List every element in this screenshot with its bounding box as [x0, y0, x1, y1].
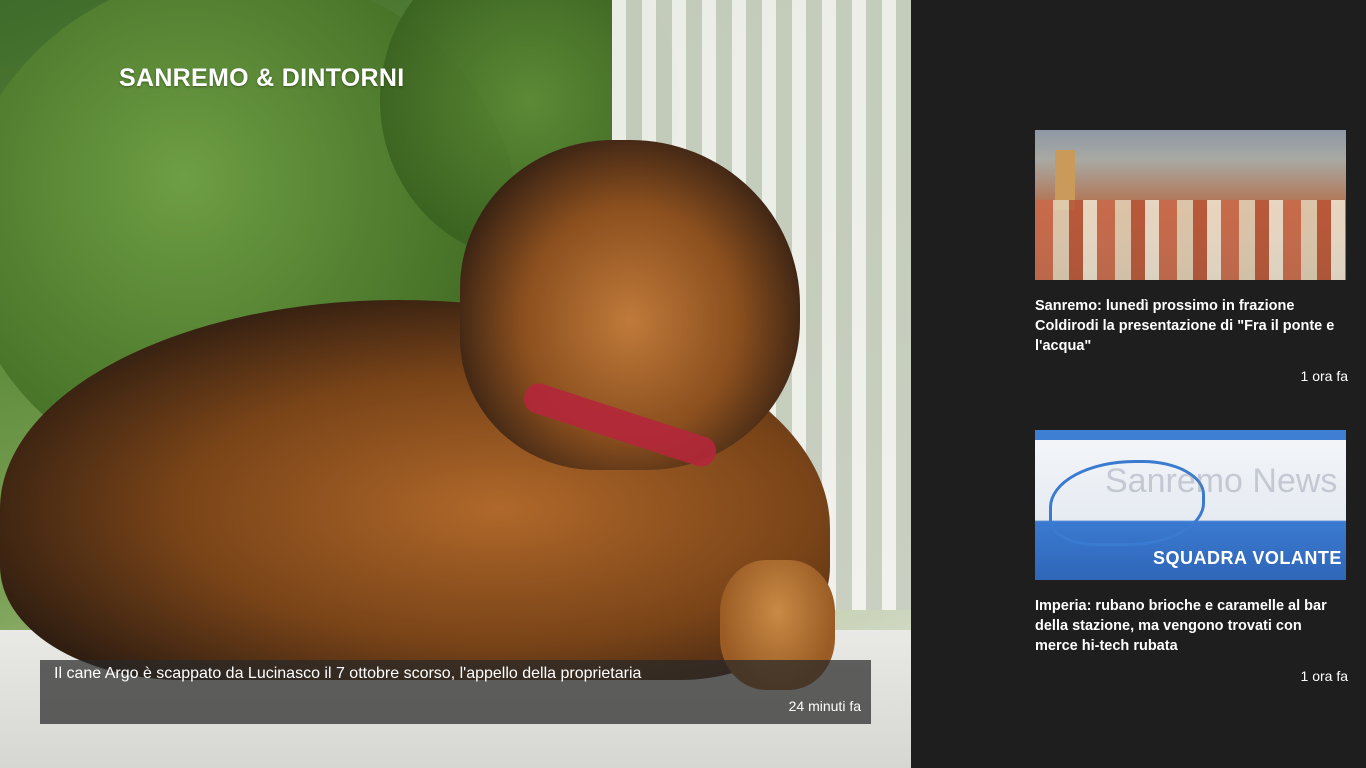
- thumbnail-watermark: Sanremo News: [1105, 462, 1338, 500]
- section-title[interactable]: SANREMO & DINTORNI: [119, 64, 405, 93]
- article-card[interactable]: Sanremo: lunedì prossimo in frazione Col…: [1035, 130, 1348, 384]
- article-thumbnail: [1035, 130, 1346, 280]
- article-card[interactable]: Sanremo News SQUADRA VOLANTE Imperia: ru…: [1035, 430, 1348, 684]
- article-thumbnail: Sanremo News SQUADRA VOLANTE: [1035, 430, 1346, 580]
- thumbnail-stripe: [1035, 430, 1346, 440]
- hero-headline: Il cane Argo è scappato da Lucinasco il …: [54, 665, 642, 682]
- hero-timestamp: 24 minuti fa: [788, 698, 861, 714]
- article-headline: Sanremo: lunedì prossimo in frazione Col…: [1035, 298, 1335, 354]
- article-timestamp: 1 ora fa: [1300, 668, 1348, 684]
- hero-caption[interactable]: Il cane Argo è scappato da Lucinasco il …: [40, 660, 871, 724]
- thumbnail-rooftops: [1035, 200, 1346, 280]
- article-timestamp: 1 ora fa: [1300, 368, 1348, 384]
- thumbnail-badge-text: SQUADRA VOLANTE: [1153, 548, 1342, 568]
- hero-article[interactable]: SANREMO & DINTORNI Il cane Argo è scappa…: [0, 0, 911, 768]
- article-headline: Imperia: rubano brioche e caramelle al b…: [1035, 598, 1327, 654]
